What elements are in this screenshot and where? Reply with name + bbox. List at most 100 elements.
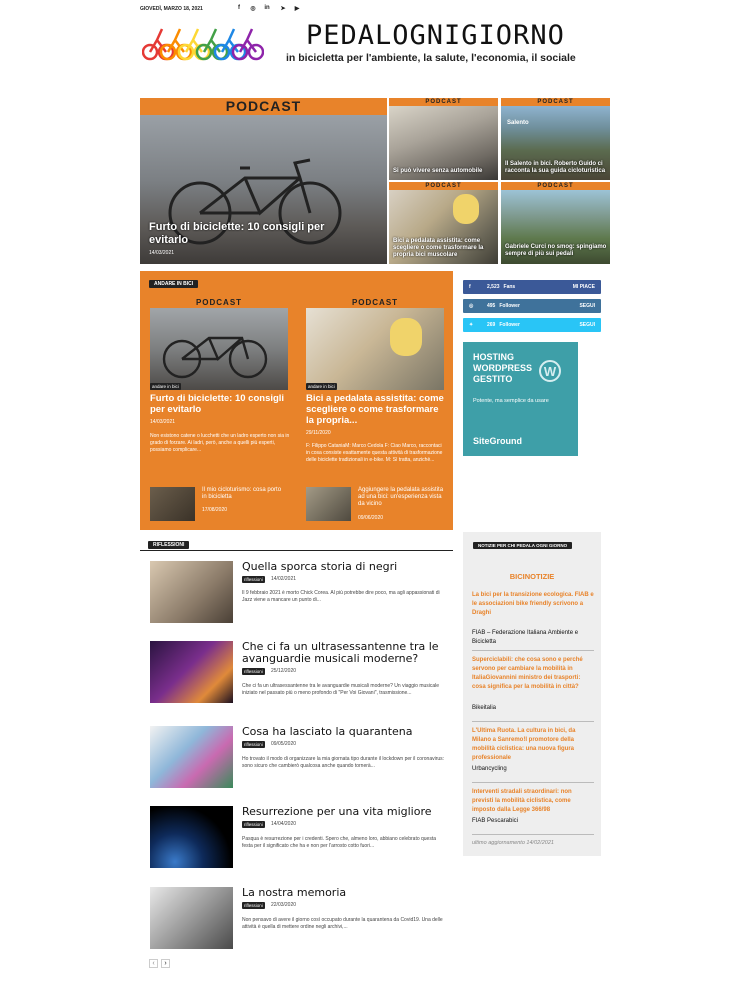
- news-source: FIAB Pescarabici: [472, 818, 519, 824]
- article-title[interactable]: Cosa ha lasciato la quarantena: [242, 726, 447, 738]
- twitter-counter[interactable]: ✦ 269 Follower SEGUI: [463, 318, 601, 332]
- news-link[interactable]: La bici per la transizione ecologica. FI…: [472, 591, 594, 618]
- instagram-icon: ◎: [469, 303, 474, 309]
- article-title[interactable]: Resurrezione per una vita migliore: [242, 806, 447, 818]
- podcast-badge: PODCAST: [140, 98, 387, 115]
- article-excerpt: Non esistono catene o lucchetti che un l…: [150, 433, 290, 453]
- instagram-counter[interactable]: ◎ 495 Follower SEGUI: [463, 299, 601, 313]
- article-title[interactable]: Bici a pedalata assistita: come sceglier…: [306, 393, 446, 426]
- podcast-badge: PODCAST: [501, 182, 610, 190]
- prev-page-button[interactable]: ‹: [149, 959, 158, 968]
- news-link[interactable]: Superciclabili: che cosa sono e perché s…: [472, 656, 594, 692]
- news-source: FIAB – Federazione Italiana Ambiente e B…: [472, 630, 579, 645]
- follower-count: 495: [487, 303, 496, 309]
- bicycle-image: [162, 336, 268, 379]
- category-label[interactable]: andare in bici: [306, 383, 337, 390]
- hero-small-article[interactable]: PODCAST Salento Il Salento in bici. Robe…: [501, 98, 610, 180]
- article-thumbnail[interactable]: [150, 641, 233, 703]
- article-thumbnail[interactable]: PODCAST andare in bici: [150, 298, 288, 390]
- hero-main-article[interactable]: PODCAST Furto di biciclette: 10 consigli…: [140, 98, 387, 264]
- hero-small-article[interactable]: PODCAST Bici a pedalata assistita: come …: [389, 182, 498, 264]
- ebike-photo: [306, 308, 444, 390]
- article-title[interactable]: Che ci fa un ultrasessantenne tra le ava…: [242, 641, 447, 665]
- news-source: Urbancycling: [472, 766, 507, 772]
- category-label[interactable]: riflessioni: [242, 668, 265, 675]
- article-date: 14/03/2021: [150, 419, 176, 425]
- category-label[interactable]: riflessioni: [242, 741, 265, 748]
- article-title[interactable]: Quella sporca storia di negri: [242, 561, 447, 573]
- article-title[interactable]: Furto di biciclette: 10 consigli per evi…: [150, 393, 290, 415]
- cyclist-portrait: [453, 194, 479, 224]
- article-thumbnail[interactable]: [150, 887, 233, 949]
- like-button[interactable]: MI PIACE: [573, 284, 595, 290]
- article-date: 14/02/2021: [271, 576, 297, 582]
- small-article-date: 09/06/2020: [358, 515, 384, 521]
- ad-line1: HOSTING: [473, 352, 515, 362]
- hero-small-title[interactable]: Bici a pedalata assistita: come sceglier…: [393, 238, 497, 259]
- instagram-icon[interactable]: ◎: [249, 5, 257, 12]
- category-label[interactable]: riflessioni: [242, 821, 265, 828]
- linkedin-icon[interactable]: in: [263, 5, 271, 11]
- small-article-title[interactable]: Il mio cicloturismo: cosa porto in bicic…: [202, 487, 286, 501]
- small-article-thumbnail[interactable]: [150, 487, 195, 521]
- follow-button[interactable]: SEGUI: [579, 322, 595, 328]
- article-thumbnail[interactable]: [150, 561, 233, 623]
- hero-small-title[interactable]: Il Salento in bici. Roberto Guido ci rac…: [505, 161, 609, 175]
- article-thumbnail[interactable]: [150, 806, 233, 868]
- article-title[interactable]: La nostra memoria: [242, 887, 447, 899]
- fans-unit: Fans: [503, 284, 516, 290]
- article-thumbnail[interactable]: PODCAST andare in bici: [306, 298, 444, 390]
- category-label[interactable]: riflessioni: [242, 902, 265, 909]
- article-excerpt: F: Filippo CataniaM: Marco Cedola F: Cia…: [306, 443, 443, 463]
- hero-small-article[interactable]: PODCAST Si può vivere senza automobile: [389, 98, 498, 180]
- site-tagline: in bicicletta per l'ambiente, la salute,…: [286, 52, 576, 64]
- wordpress-icon: W: [539, 360, 561, 382]
- separator: [472, 782, 594, 783]
- facebook-icon[interactable]: f: [235, 5, 243, 11]
- podcast-badge: PODCAST: [306, 298, 444, 308]
- follower-unit: Follower: [499, 303, 520, 309]
- small-article-thumbnail[interactable]: [306, 487, 351, 521]
- category-label[interactable]: riflessioni: [242, 576, 265, 583]
- article-thumbnail[interactable]: [150, 726, 233, 788]
- fans-count: 2,523: [487, 284, 500, 290]
- section-tag: RIFLESSIONI: [148, 541, 190, 549]
- facebook-counter[interactable]: f 2,523 Fans MI PIACE: [463, 280, 601, 294]
- siteground-ad[interactable]: HOSTING WORDPRESS GESTITO W Potente, ma …: [463, 342, 578, 456]
- salento-label: Salento: [507, 120, 529, 126]
- cyclists-logo[interactable]: [142, 24, 264, 62]
- separator: [472, 721, 594, 722]
- section-tag: ANDARE IN BICI: [149, 280, 199, 288]
- separator: [472, 650, 594, 651]
- ad-line3: GESTITO: [473, 374, 513, 384]
- bicinotizie-widget: NOTIZIE PER CHI PEDALA OGNI GIORNO BICIN…: [463, 532, 601, 856]
- hero-small-title[interactable]: Gabriele Curci no smog: spingiamo sempre…: [505, 244, 609, 258]
- news-link[interactable]: L'Ultima Ruota. La cultura in bici, da M…: [472, 727, 594, 763]
- separator: [472, 834, 594, 835]
- telegram-icon[interactable]: ➤: [279, 5, 287, 12]
- last-updated: ultimo aggiornamento 14/02/2021: [472, 840, 554, 846]
- siteground-logo: SiteGround: [473, 436, 522, 446]
- next-page-button[interactable]: ›: [161, 959, 170, 968]
- category-label[interactable]: andare in bici: [150, 383, 181, 390]
- site-title[interactable]: PEDALOGNIGIORNO: [306, 20, 565, 51]
- follow-button[interactable]: SEGUI: [579, 303, 595, 309]
- cyclist-portrait: [390, 318, 422, 356]
- small-article-date: 17/08/2020: [202, 507, 228, 513]
- article-excerpt: Pasqua è resurrezione per i credenti. Sp…: [242, 836, 437, 849]
- hero-small-article[interactable]: PODCAST Gabriele Curci no smog: spingiam…: [501, 182, 610, 264]
- podcast-badge: PODCAST: [389, 182, 498, 190]
- hero-main-title[interactable]: Furto di biciclette: 10 consigli per evi…: [149, 221, 349, 247]
- news-link[interactable]: Interventi stradali straordinari: non pr…: [472, 788, 594, 815]
- facebook-icon: f: [469, 284, 471, 290]
- current-date: GIOVEDÌ, MARZO 18, 2021: [140, 6, 203, 12]
- ad-subtitle: Potente, ma semplice da usare: [473, 398, 549, 404]
- follower-unit: Follower: [499, 322, 520, 328]
- article-excerpt: Che ci fa un ultrasessantenne tra le ava…: [242, 683, 440, 696]
- hero-main-date: 14/03/2021: [149, 250, 175, 256]
- small-article-title[interactable]: Aggiungere la pedalata assistita ad una …: [358, 487, 446, 508]
- youtube-icon[interactable]: ▶: [293, 5, 301, 12]
- follower-count: 269: [487, 322, 496, 328]
- podcast-badge: PODCAST: [389, 98, 498, 106]
- hero-small-title[interactable]: Si può vivere senza automobile: [393, 168, 497, 174]
